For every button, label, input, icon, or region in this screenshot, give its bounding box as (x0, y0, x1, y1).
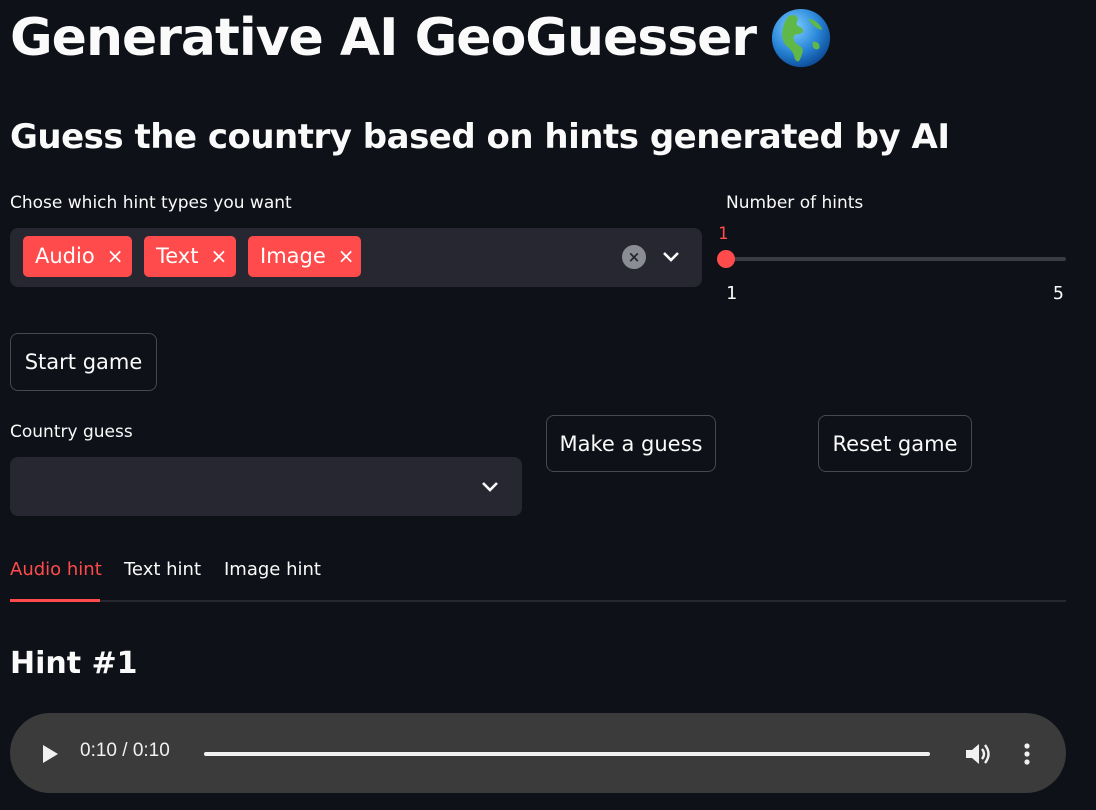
reset-game-button[interactable]: Reset game (818, 415, 972, 472)
chip-image: Image × (248, 236, 361, 277)
start-game-button[interactable]: Start game (10, 333, 157, 391)
hint-title: Hint #1 (10, 646, 138, 681)
chip-label: Audio (35, 244, 95, 268)
more-options-icon[interactable] (1019, 741, 1035, 767)
app-title-text: Generative AI GeoGuesser (10, 8, 757, 68)
chip-label: Text (156, 244, 199, 268)
chip-remove-icon[interactable]: × (107, 236, 124, 277)
slider-track[interactable] (726, 257, 1066, 261)
hint-types-label: Chose which hint types you want (10, 193, 292, 213)
chevron-down-icon[interactable] (660, 248, 682, 266)
tab-audio-hint[interactable]: Audio hint (10, 559, 102, 580)
chip-remove-icon[interactable]: × (338, 236, 355, 277)
num-hints-label: Number of hints (726, 193, 864, 213)
audio-progress-bar[interactable] (204, 752, 930, 756)
audio-time-display: 0:10 / 0:10 (80, 740, 170, 761)
tab-divider (10, 600, 1066, 602)
chip-audio: Audio × (23, 236, 132, 277)
tab-image-hint[interactable]: Image hint (224, 559, 321, 580)
country-guess-select[interactable] (10, 457, 522, 516)
clear-all-icon[interactable]: × (622, 245, 646, 269)
chip-label: Image (260, 244, 326, 268)
chip-text: Text × (144, 236, 236, 277)
hint-types-multiselect[interactable]: Audio × Text × Image × (10, 228, 702, 287)
app-title: Generative AI GeoGuesser (10, 2, 832, 74)
active-tab-indicator (10, 599, 100, 602)
slider-max-label: 5 (1053, 283, 1064, 304)
chevron-down-icon[interactable] (479, 478, 501, 496)
chip-remove-icon[interactable]: × (210, 236, 227, 277)
volume-icon[interactable] (964, 741, 994, 767)
earth-globe-americas-icon (772, 8, 831, 68)
slider-value: 1 (718, 224, 729, 244)
play-icon[interactable] (40, 742, 60, 766)
slider-thumb[interactable] (717, 250, 735, 268)
make-guess-button[interactable]: Make a guess (546, 415, 716, 472)
country-guess-label: Country guess (10, 422, 133, 442)
tab-text-hint[interactable]: Text hint (124, 559, 201, 580)
page-subtitle: Guess the country based on hints generat… (10, 117, 950, 157)
slider-min-label: 1 (726, 283, 737, 304)
